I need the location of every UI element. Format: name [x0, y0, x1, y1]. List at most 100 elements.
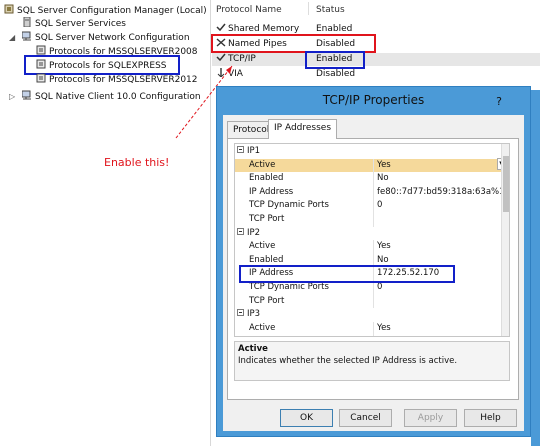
description-text: Indicates whether the selected IP Addres… [238, 356, 458, 366]
property-value[interactable]: 0 [377, 199, 382, 213]
dialog-title: TCP/IP Properties [322, 93, 425, 107]
list-row-tcpip[interactable]: TCP/IP [216, 53, 256, 66]
grid-property-row[interactable]: Enabled No [235, 335, 505, 336]
network-config-icon [22, 31, 31, 41]
tree-item-protocols-mssqlserver2012[interactable]: Protocols for MSSQLSERVER2012 [36, 73, 198, 86]
tree-item-label: SQL Server Network Configuration [35, 33, 190, 43]
grid-column-separator [373, 294, 374, 309]
protocol-enabled-icon [216, 53, 226, 62]
property-value[interactable]: Yes [377, 322, 391, 336]
grid-property-row[interactable]: Enabled No [235, 172, 505, 186]
collapse-box-icon[interactable] [237, 146, 244, 153]
list-row-via[interactable]: VIA [216, 68, 243, 81]
tree-root[interactable]: SQL Server Configuration Manager (Local) [4, 4, 207, 17]
grid-property-row[interactable]: Active Yes [235, 158, 505, 173]
help-button[interactable]: Help [464, 409, 517, 427]
tree-item-label: Protocols for MSSQLSERVER2012 [49, 75, 198, 85]
column-header-name[interactable]: Protocol Name [216, 5, 282, 15]
protocol-name: TCP/IP [228, 54, 256, 64]
collapse-box-icon[interactable] [237, 309, 244, 317]
grid-column-separator [373, 321, 374, 336]
column-separator[interactable] [308, 2, 309, 15]
category-label: IP2 [237, 227, 260, 241]
grid-column-separator [373, 172, 374, 186]
grid-property-row[interactable]: IP Address fe80::7d77:bd59:318a:63a%12 [235, 185, 509, 200]
property-key: TCP Port [249, 214, 285, 224]
description-title: Active [238, 344, 268, 354]
selected-row-background [212, 53, 540, 66]
tree-item-services[interactable]: SQL Server Services [22, 17, 126, 30]
tree-item-label: SQL Server Services [35, 19, 126, 29]
property-value[interactable]: No [377, 335, 389, 336]
annotation-text: Enable this! [104, 156, 170, 169]
grid-column-separator [373, 240, 374, 254]
cancel-button[interactable]: Cancel [339, 409, 392, 427]
property-value[interactable]: Yes [377, 240, 391, 254]
category-text: IP1 [247, 146, 261, 156]
ok-button[interactable]: OK [280, 409, 333, 427]
property-key: TCP Dynamic Ports [249, 282, 329, 292]
property-key: TCP Dynamic Ports [249, 200, 329, 211]
property-value[interactable]: Yes [377, 159, 391, 173]
protocol-enabled-icon [216, 23, 226, 32]
tree-item-network-config[interactable]: SQL Server Network Configuration [22, 31, 190, 44]
highlight-tcpip-status-box [305, 51, 365, 69]
question-icon[interactable]: ? [496, 95, 502, 108]
window-frame-edge [531, 90, 540, 446]
description-panel: Active Indicates whether the selected IP… [234, 341, 510, 381]
grid-category[interactable]: IP3 [235, 308, 505, 322]
tab-ip-addresses[interactable]: IP Addresses [268, 119, 338, 139]
category-label: IP1 [237, 145, 260, 159]
protocols-icon [36, 73, 46, 83]
dialog-body: Protocol IP Addresses IP1 Active Yes Enable… [223, 115, 524, 431]
highlight-ip-address-box [239, 265, 455, 283]
tree-root-label: SQL Server Configuration Manager (Local) [17, 6, 207, 16]
grid-property-row[interactable]: TCP Dynamic Ports 0 [235, 281, 505, 295]
native-client-icon [22, 90, 31, 100]
collapse-arrow-icon[interactable]: ◢ [9, 33, 15, 42]
protocol-name: VIA [228, 69, 243, 79]
grid-column-separator [373, 185, 374, 200]
scrollbar-thumb[interactable] [503, 156, 509, 212]
apply-button[interactable]: Apply [404, 409, 457, 427]
protocol-list: Protocol Name Status Shared Memory Enabl… [211, 0, 540, 90]
expand-arrow-icon[interactable]: ▷ [9, 92, 15, 101]
ip-addresses-panel: IP1 Active Yes Enabled No IP Address fe80::7d7… [227, 138, 519, 400]
property-key: IP Address [249, 186, 294, 197]
property-key: Enabled [249, 173, 284, 184]
tree-item-native-client[interactable]: SQL Native Client 10.0 Configuration [22, 90, 201, 103]
tree-pane: SQL Server Configuration Manager (Local)… [0, 0, 211, 446]
grid-scrollbar[interactable] [501, 144, 509, 336]
grid-column-separator [373, 335, 374, 336]
tree-item-label: SQL Native Client 10.0 Configuration [35, 92, 201, 102]
property-value[interactable]: No [377, 172, 389, 186]
grid-property-row[interactable]: Active Yes [235, 321, 505, 336]
property-value[interactable]: fe80::7d77:bd59:318a:63a%12 [377, 186, 509, 200]
collapse-box-icon[interactable] [237, 227, 244, 235]
grid-column-separator [373, 199, 374, 213]
grid-category[interactable]: IP1 [235, 145, 505, 159]
property-key: TCP Port [249, 295, 285, 306]
grid-property-row[interactable]: TCP Dynamic Ports 0 [235, 199, 505, 213]
grid-property-row[interactable]: TCP Port [235, 213, 505, 227]
grid-column-separator [373, 213, 374, 227]
config-manager-icon [4, 4, 14, 14]
grid-property-row[interactable]: TCP Port [235, 294, 505, 309]
highlight-sqlexpress-box [24, 55, 180, 75]
server-services-icon [23, 17, 31, 27]
protocols-icon [36, 45, 46, 55]
property-key: Active [249, 322, 276, 333]
property-key: Active [249, 159, 276, 170]
tcpip-properties-dialog: TCP/IP Properties ? Protocol IP Addresse… [216, 86, 531, 437]
property-key: Active [249, 241, 276, 252]
category-text: IP3 [247, 309, 261, 320]
protocol-disabled-icon [217, 68, 225, 77]
protocol-name: Shared Memory [228, 24, 300, 34]
column-header-status[interactable]: Status [316, 5, 345, 15]
grid-column-separator [373, 158, 374, 173]
protocol-status: Disabled [316, 69, 356, 79]
property-value[interactable]: 0 [377, 281, 382, 295]
grid-category[interactable]: IP2 [235, 227, 505, 241]
grid-property-row[interactable]: Active Yes [235, 240, 505, 254]
property-key: Enabled [249, 335, 283, 336]
